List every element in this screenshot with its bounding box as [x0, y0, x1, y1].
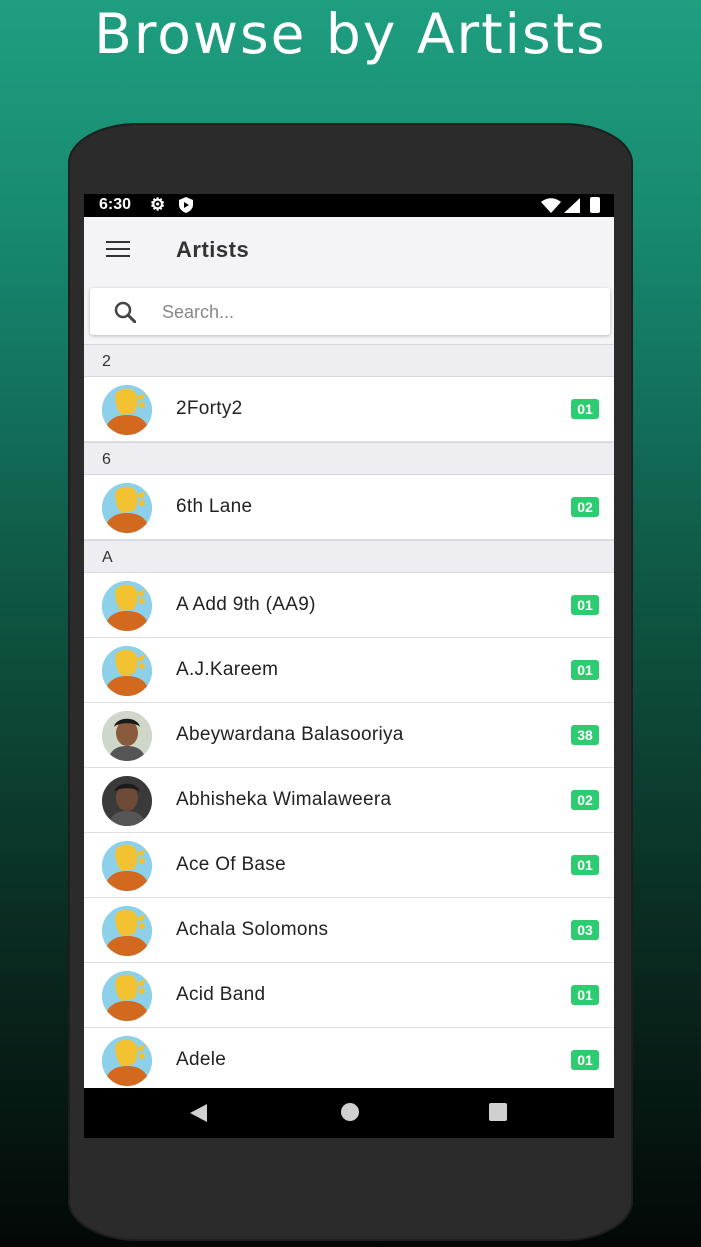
menu-icon[interactable]: [106, 241, 130, 259]
back-icon[interactable]: [190, 1104, 207, 1122]
system-nav-bar: [84, 1088, 614, 1138]
search-input[interactable]: [160, 296, 584, 328]
gear-icon: ⚙: [150, 195, 166, 214]
artist-name: Abhisheka Wimalaweera: [176, 789, 392, 810]
status-bar: 6:30 ⚙: [84, 194, 614, 217]
song-count-badge: 02: [571, 497, 599, 517]
artist-avatar: [102, 646, 152, 696]
artist-avatar: [102, 776, 152, 826]
artist-row[interactable]: Abeywardana Balasooriya 38: [84, 703, 614, 768]
artist-row[interactable]: Acid Band 01: [84, 963, 614, 1028]
song-count-badge: 01: [571, 595, 599, 615]
artist-avatar: [102, 971, 152, 1021]
artist-row[interactable]: Abhisheka Wimalaweera 02: [84, 768, 614, 833]
wifi-icon: [541, 198, 561, 213]
recent-apps-icon[interactable]: [489, 1103, 507, 1121]
section-header: 2: [84, 344, 614, 377]
artist-row[interactable]: 6th Lane 02: [84, 475, 614, 540]
artist-avatar: [102, 711, 152, 761]
artist-row[interactable]: Adele 01: [84, 1028, 614, 1093]
artist-list: 2 2Forty2 01 6 6th Lane 02 A A Add 9th (AA9) 01 A…: [84, 344, 614, 1093]
home-icon[interactable]: [341, 1103, 359, 1121]
artist-avatar: [102, 841, 152, 891]
song-count-badge: 01: [571, 855, 599, 875]
signal-icon: [564, 198, 580, 213]
section-header: 6: [84, 442, 614, 475]
song-count-badge: 02: [571, 790, 599, 810]
artist-avatar: [102, 906, 152, 956]
artist-avatar: [102, 385, 152, 435]
artist-row[interactable]: A Add 9th (AA9) 01: [84, 573, 614, 638]
artist-name: Achala Solomons: [176, 919, 329, 940]
artist-row[interactable]: Achala Solomons 03: [84, 898, 614, 963]
artist-avatar: [102, 1036, 152, 1086]
artist-avatar: [102, 581, 152, 631]
status-time: 6:30: [99, 196, 132, 213]
search-icon: [114, 301, 136, 323]
song-count-badge: 01: [571, 1050, 599, 1070]
app-bar: Artists: [84, 217, 614, 282]
artist-name: 2Forty2: [176, 398, 243, 419]
artist-name: Ace Of Base: [176, 854, 286, 875]
artist-name: Adele: [176, 1049, 227, 1070]
phone-screen: 6:30 ⚙ Artists 22Forty20166th Lane02AA A…: [84, 194, 614, 1138]
song-count-badge: 01: [571, 985, 599, 1005]
search-box[interactable]: [90, 288, 610, 335]
artist-avatar: [102, 483, 152, 533]
battery-icon: [590, 197, 600, 213]
artist-row[interactable]: 2Forty2 01: [84, 377, 614, 442]
page-title: Artists: [176, 237, 250, 262]
artist-name: Acid Band: [176, 984, 266, 1005]
artist-name: 6th Lane: [176, 496, 253, 517]
song-count-badge: 01: [571, 399, 599, 419]
section-header: A: [84, 540, 614, 573]
promo-title: Browse by Artists: [94, 2, 607, 66]
artist-name: Abeywardana Balasooriya: [176, 724, 404, 745]
artist-name: A.J.Kareem: [176, 659, 279, 680]
song-count-badge: 01: [571, 660, 599, 680]
search-container: [84, 282, 614, 344]
artist-row[interactable]: Ace Of Base 01: [84, 833, 614, 898]
song-count-badge: 03: [571, 920, 599, 940]
artist-row[interactable]: A.J.Kareem 01: [84, 638, 614, 703]
song-count-badge: 38: [571, 725, 599, 745]
artist-name: A Add 9th (AA9): [176, 594, 316, 615]
shield-icon: [179, 197, 193, 213]
